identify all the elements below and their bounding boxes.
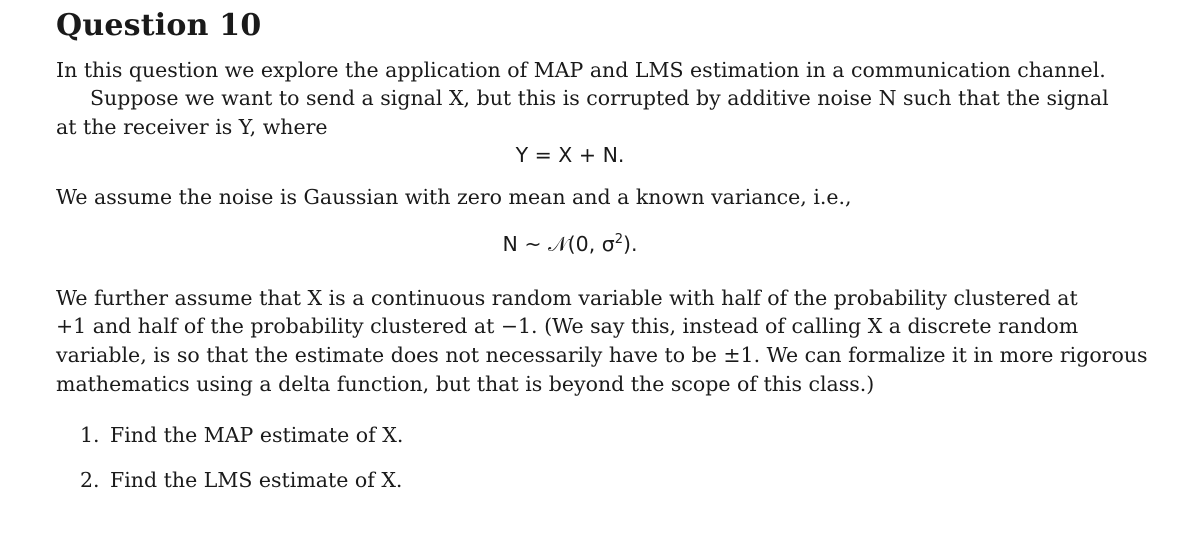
intro-paragraph: In this question we explore the applicat… — [56, 58, 1106, 82]
question-item-number: 1. — [80, 423, 100, 447]
equation-noise-exponent: 2 — [614, 232, 623, 247]
assumption-paragraph-line-4: mathematics using a delta function, but … — [56, 372, 875, 396]
equation-signal-model: Y = X + N. — [515, 143, 625, 167]
question-item-1: 1. Find the MAP estimate of X. — [80, 421, 403, 449]
question-item-number: 2. — [80, 468, 100, 492]
equation-noise-distribution: N ~ 𝒩(0, σ2). — [0, 232, 1140, 257]
question-item-text: Find the MAP estimate of X. — [110, 423, 404, 447]
noise-assumption-text: We assume the noise is Gaussian with zer… — [56, 185, 852, 209]
assumption-paragraph-line-2: +1 and half of the probability clustered… — [56, 314, 1079, 338]
equation-noise-rhs: ). — [623, 232, 638, 256]
assumption-paragraph-line-1: We further assume that X is a continuous… — [56, 286, 1078, 310]
question-heading: Question 10 — [56, 8, 262, 43]
assumption-paragraph-line-3: variable, is so that the estimate does n… — [56, 343, 1148, 367]
equation-noise-lhs: N ~ 𝒩(0, σ — [502, 232, 615, 256]
setup-paragraph-line-2: at the receiver is Y, where — [56, 115, 328, 139]
question-item-2: 2. Find the LMS estimate of X. — [80, 466, 402, 494]
setup-paragraph-line-1: Suppose we want to send a signal X, but … — [90, 86, 1109, 110]
question-item-text: Find the LMS estimate of X. — [110, 468, 403, 492]
